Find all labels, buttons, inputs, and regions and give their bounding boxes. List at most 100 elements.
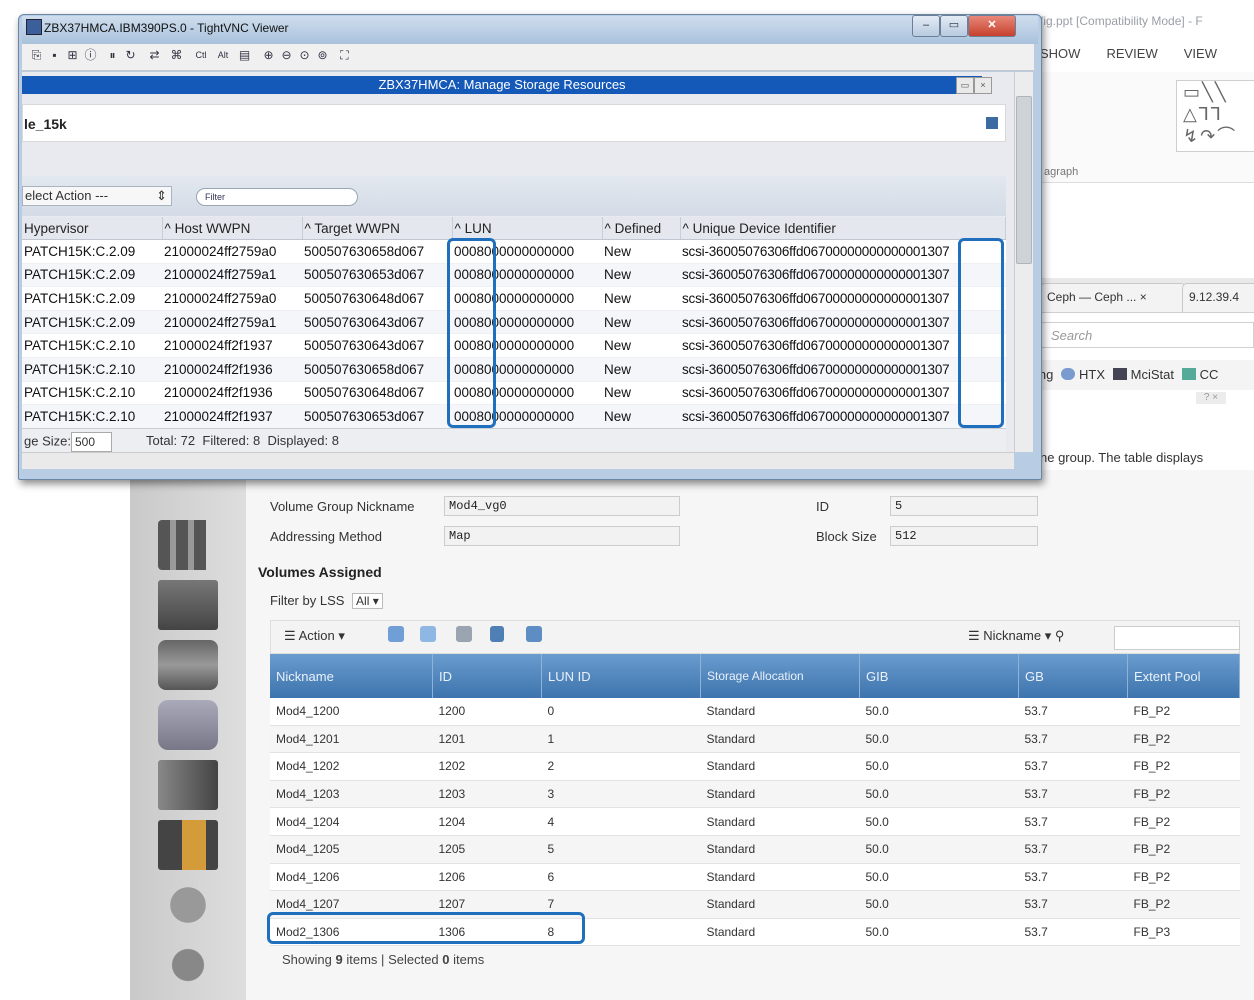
columns-icon[interactable] [526,626,542,642]
lun-table-row[interactable]: PATCH15K:C.2.09 21000024ff2759a0 500507630… [22,239,1006,264]
target-wwpn-cell: 500507630643d067 [302,310,452,335]
access-icon[interactable] [158,880,218,930]
browser-search-input[interactable]: Search [1040,322,1254,348]
col-storage-allocation[interactable]: Storage Allocation [700,654,860,698]
ctrl-key-icon[interactable]: Ctl [190,49,212,62]
fullscreen-icon[interactable]: ⛶ [338,49,351,62]
col-extent-pool[interactable]: Extent Pool [1127,654,1240,698]
close-icon[interactable]: × [1140,290,1147,304]
scrollbar-thumb[interactable] [1016,96,1032,264]
options-icon[interactable]: ⊞ [66,49,79,62]
nickname-filter-menu[interactable]: ☰ Nickname ▾ ⚲ [968,628,1064,644]
zoom-100-icon[interactable]: ⊙ [298,49,311,62]
col-hypervisor[interactable]: Hypervisor [22,217,163,240]
col-host-wwpn[interactable]: ^ Host WWPN [162,217,303,240]
col-nickname[interactable]: Nickname [270,654,433,698]
browser-tab-ceph[interactable]: Ceph — Ceph ... × [1040,283,1186,312]
hypervisor-cell: PATCH15K:C.2.09 [22,239,162,264]
info-icon[interactable]: ⓘ [84,49,97,62]
volume-search-input[interactable] [1114,626,1240,650]
bookmark-htx[interactable]: HTX [1079,367,1105,382]
hosts-icon[interactable] [158,760,218,810]
refresh-icon[interactable]: ↻ [124,49,137,62]
lun-filter-input[interactable]: Filter [196,188,358,206]
lun-table-row[interactable]: PATCH15K:C.2.10 21000024ff2f1937 500507630… [22,404,1006,429]
browser-tab-address[interactable]: 9.12.39.4 [1182,283,1254,312]
volume-row[interactable]: Mod4_1201 1201 1 Standard 50.0 53.7 FB_P2 [270,725,1240,754]
lun-table-row[interactable]: PATCH15K:C.2.10 21000024ff2f1936 500507630… [22,357,1006,382]
bookmark-mcistat[interactable]: MciStat [1131,367,1174,382]
volume-row[interactable]: Mod4_1205 1205 5 Standard 50.0 53.7 FB_P2 [270,835,1240,864]
lun-table-row[interactable]: PATCH15K:C.2.10 21000024ff2f1937 500507630… [22,333,1006,358]
pause-icon[interactable]: ⏸ [106,49,119,62]
copy-icon[interactable] [420,626,436,642]
defined-cell: New [602,381,680,406]
print-icon[interactable] [456,626,472,642]
filter-by-lss-label: Filter by LSS [270,593,345,608]
maximize-button[interactable]: ▭ [940,15,968,37]
shapes-gallery[interactable]: ▭╲╲ △⅂⅂ ↯↷⌒ [1176,80,1254,152]
volume-row[interactable]: Mod4_1203 1203 3 Standard 50.0 53.7 FB_P2 [270,780,1240,809]
volumes-icon[interactable] [158,700,218,750]
horizontal-scrollbar[interactable] [22,452,1014,469]
zoom-in-icon[interactable]: ⊕ [262,49,275,62]
lun-table-row[interactable]: PATCH15K:C.2.09 21000024ff2759a1 500507630… [22,263,1006,288]
gib-cell: 50.0 [859,807,1019,836]
action-menu-button[interactable]: ☰ Action ▾ [284,628,345,644]
col-lun[interactable]: ^ LUN [452,217,603,240]
transfer-icon[interactable]: ⇄ [148,49,161,62]
col-gib[interactable]: GIB [859,654,1019,698]
alt-key-icon[interactable]: Alt [214,49,232,62]
volume-row[interactable]: Mod4_1202 1202 2 Standard 50.0 53.7 FB_P2 [270,752,1240,781]
settings-icon[interactable] [158,940,218,990]
highlight-identifier-suffix [958,238,1004,428]
copy-services-icon[interactable] [158,820,218,870]
new-connection-icon[interactable]: ⎘ [30,49,43,62]
page-size-input[interactable]: 500 [70,432,112,452]
lun-id-cell: 6 [541,863,701,892]
lss-select[interactable]: All ▾ [352,593,383,609]
refresh-icon[interactable] [388,626,404,642]
volume-row[interactable]: Mod4_1206 1206 6 Standard 50.0 53.7 FB_P2 [270,863,1240,892]
ctrl-alt-del-icon[interactable]: ⌘ [170,49,183,62]
panel-menu-icon[interactable] [986,117,998,129]
restore-icon[interactable]: ▭ [956,77,974,94]
defined-cell: New [602,404,680,429]
host-wwpn-cell: 21000024ff2f1937 [162,404,302,429]
gb-cell: 53.7 [1018,807,1128,836]
minimize-button[interactable]: – [912,15,940,37]
extent-pool-cell: FB_P3 [1127,918,1240,947]
gib-cell: 50.0 [859,863,1019,892]
unique-device-identifier-cell: scsi-36005076306ffd06700000000000001307 [680,263,1006,288]
volume-row[interactable]: Mod4_1204 1204 4 Standard 50.0 53.7 FB_P2 [270,807,1240,836]
ribbon-tab-review[interactable]: REVIEW [1106,46,1157,61]
export-icon[interactable] [490,626,504,642]
search-icon[interactable]: ⚲ [1055,628,1065,643]
pools-icon[interactable] [158,640,218,690]
col-unique-device-identifier[interactable]: ^ Unique Device Identifier [680,217,1006,240]
zoom-out-icon[interactable]: ⊖ [280,49,293,62]
bookmark-cc[interactable]: CC [1200,367,1219,382]
col-lun-id[interactable]: LUN ID [541,654,701,698]
close-button[interactable]: ✕ [968,15,1016,37]
lun-table-row[interactable]: PATCH15K:C.2.10 21000024ff2f1936 500507630… [22,381,1006,406]
col-id[interactable]: ID [432,654,542,698]
col-gb[interactable]: GB [1018,654,1128,698]
col-defined[interactable]: ^ Defined [602,217,681,240]
volume-group-nickname-field[interactable]: Mod4_vg0 [444,496,680,516]
ribbon-tab-show[interactable]: SHOW [1040,46,1080,61]
ribbon-tab-view[interactable]: VIEW [1184,46,1217,61]
lun-table-row[interactable]: PATCH15K:C.2.09 21000024ff2759a1 500507630… [22,310,1006,335]
clipboard-icon[interactable]: ▤ [238,49,251,62]
save-icon[interactable]: ▪ [48,49,61,62]
lun-table-row[interactable]: PATCH15K:C.2.09 21000024ff2759a0 500507630… [22,286,1006,311]
monitor-icon[interactable] [158,580,218,630]
extent-pool-cell: FB_P2 [1127,780,1240,809]
volume-row[interactable]: Mod4_1200 1200 0 Standard 50.0 53.7 FB_P2 [270,698,1240,726]
zoom-fit-icon[interactable]: ⊚ [316,49,329,62]
close-icon[interactable]: × [974,77,992,94]
system-icon[interactable] [158,520,218,570]
select-action-dropdown[interactable]: elect Action --- ⇕ [22,186,172,206]
dialog-close-icon[interactable]: ? × [1196,392,1226,404]
col-target-wwpn[interactable]: ^ Target WWPN [302,217,453,240]
